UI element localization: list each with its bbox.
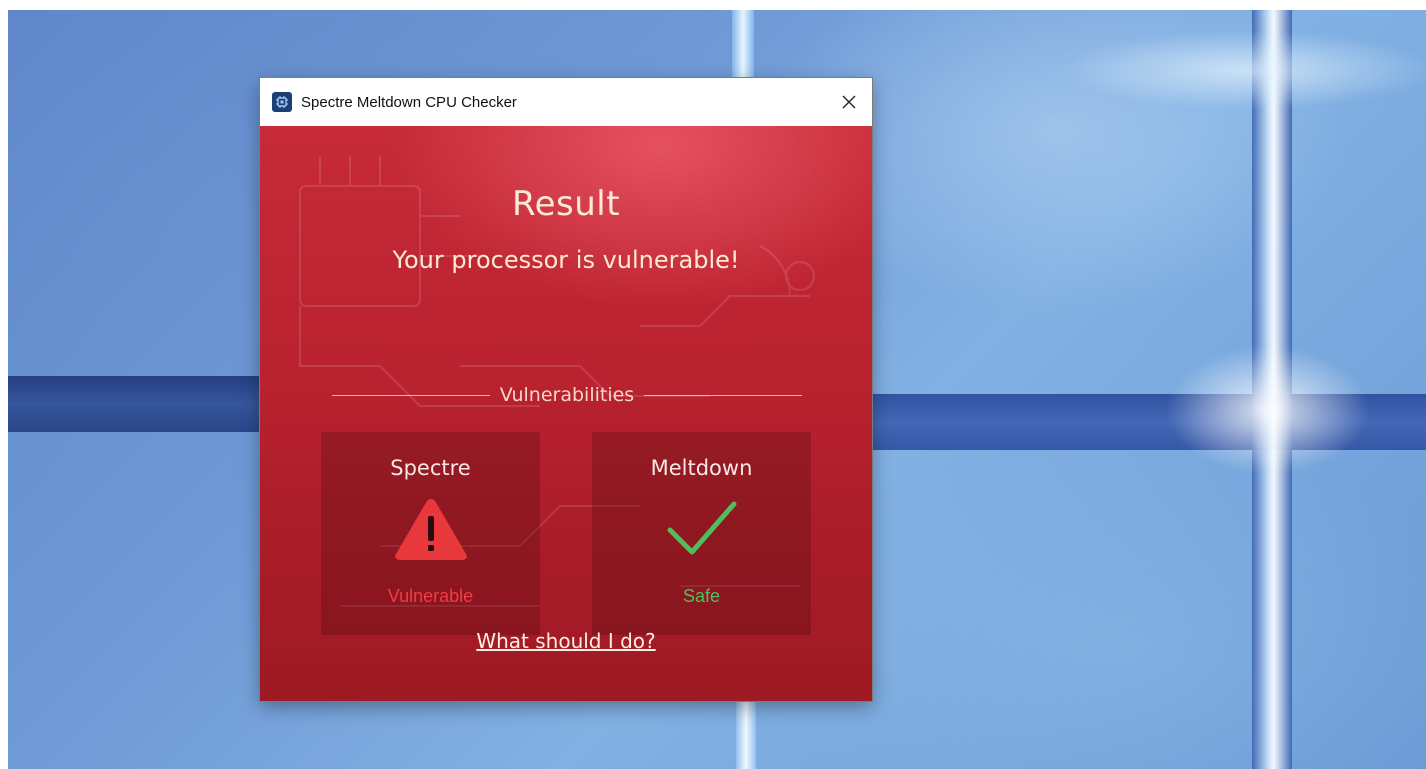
title-bar[interactable]: Spectre Meltdown CPU Checker — [260, 78, 872, 126]
spectre-card: Spectre Vulnerable — [321, 432, 540, 635]
divider-line — [332, 394, 490, 396]
vulnerability-status: Vulnerable — [387, 586, 474, 606]
wallpaper-band — [8, 376, 273, 432]
divider-line — [644, 394, 802, 396]
checkmark-icon — [664, 496, 740, 566]
wallpaper-glow — [1058, 30, 1426, 110]
close-icon — [842, 95, 856, 109]
help-link[interactable]: What should I do? — [260, 629, 872, 653]
result-heading: Result — [511, 184, 621, 224]
vulnerability-name: Spectre — [390, 456, 471, 480]
result-message: Your processor is vulnerable! — [392, 246, 740, 274]
meltdown-card: Meltdown Safe — [592, 432, 811, 635]
window-title: Spectre Meltdown CPU Checker — [301, 93, 517, 111]
warning-triangle-icon — [393, 496, 469, 566]
vulnerabilities-divider: Vulnerabilities — [332, 380, 802, 410]
close-button[interactable] — [826, 78, 872, 126]
wallpaper-band — [732, 10, 754, 78]
app-window: Spectre Meltdown CPU Checker Result Your… — [260, 78, 872, 701]
cpu-chip-icon — [272, 92, 292, 112]
vulnerability-name: Meltdown — [650, 456, 753, 480]
wallpaper-glow — [1158, 340, 1378, 480]
section-label: Vulnerabilities — [499, 384, 635, 406]
vulnerability-status: Safe — [682, 586, 721, 606]
wallpaper-band — [736, 700, 756, 769]
result-panel: Result Your processor is vulnerable! Vul… — [260, 126, 872, 701]
